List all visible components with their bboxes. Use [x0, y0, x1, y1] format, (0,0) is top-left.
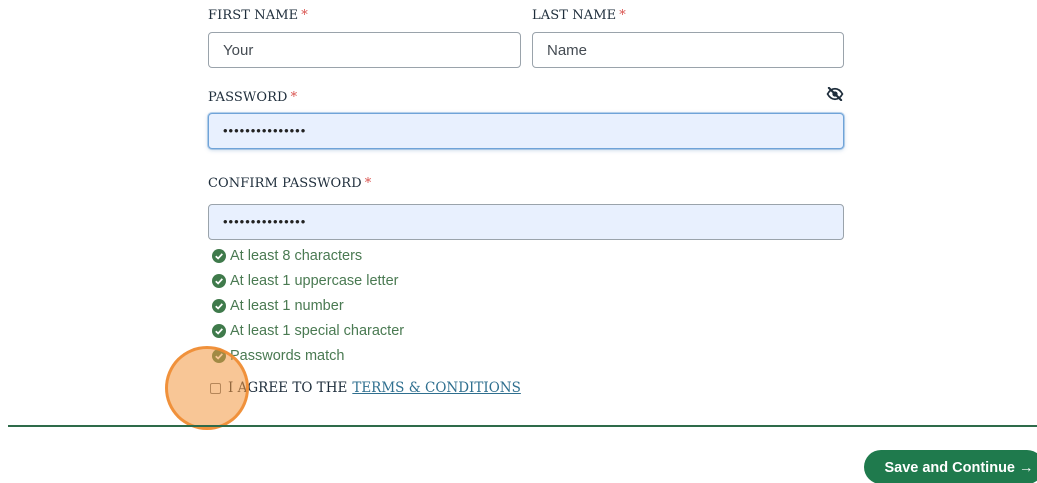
requirement-item: At least 1 number — [212, 293, 404, 318]
requirement-item: At least 8 characters — [212, 243, 404, 268]
first-name-input[interactable] — [208, 32, 521, 68]
first-name-label-text: FIRST NAME — [208, 8, 299, 23]
terms-prefix-text: I AGREE TO THE — [228, 380, 348, 396]
last-name-label-text: LAST NAME — [532, 8, 617, 23]
confirm-password-value: ••••••••••••••• — [223, 214, 307, 229]
requirement-text: At least 8 characters — [230, 247, 363, 264]
check-circle-icon — [212, 298, 226, 313]
save-button-label: Save and Continue — [884, 460, 1015, 476]
password-input[interactable]: ••••••••••••••• — [208, 113, 844, 149]
terms-agreement: I AGREE TO THE TERMS & CONDITIONS — [210, 380, 521, 396]
first-name-label: FIRST NAME * — [208, 8, 308, 23]
check-circle-icon — [212, 324, 226, 339]
required-asterisk: * — [364, 176, 372, 191]
confirm-password-label-text: CONFIRM PASSWORD — [208, 176, 362, 191]
requirement-text: At least 1 number — [230, 297, 344, 314]
requirement-item: At least 1 uppercase letter — [212, 268, 404, 293]
password-value: ••••••••••••••• — [223, 123, 307, 138]
confirm-password-label: CONFIRM PASSWORD * — [208, 176, 371, 191]
terms-link[interactable]: TERMS & CONDITIONS — [352, 380, 521, 396]
last-name-label: LAST NAME * — [532, 8, 626, 23]
save-and-continue-button[interactable]: Save and Continue → — [864, 450, 1037, 483]
arrow-right-icon: → — [1019, 460, 1034, 476]
password-requirements-list: At least 8 characters At least 1 upperca… — [212, 243, 404, 369]
check-circle-icon — [212, 248, 226, 263]
last-name-input[interactable] — [532, 32, 844, 68]
confirm-password-input[interactable]: ••••••••••••••• — [208, 204, 844, 240]
required-asterisk: * — [290, 90, 298, 105]
check-circle-icon — [212, 273, 226, 288]
footer-divider — [8, 425, 1037, 427]
check-circle-icon — [212, 349, 226, 364]
requirement-text: Passwords match — [230, 348, 345, 365]
password-label-text: PASSWORD — [208, 90, 288, 105]
terms-checkbox[interactable] — [210, 382, 221, 394]
requirement-text: At least 1 special character — [230, 323, 405, 340]
password-label: PASSWORD * — [208, 90, 297, 105]
requirement-text: At least 1 uppercase letter — [230, 272, 399, 289]
required-asterisk: * — [301, 8, 308, 23]
requirement-item: Passwords match — [212, 344, 404, 369]
required-asterisk: * — [619, 8, 626, 23]
requirement-item: At least 1 special character — [212, 319, 404, 344]
eye-slash-icon[interactable] — [826, 87, 844, 101]
